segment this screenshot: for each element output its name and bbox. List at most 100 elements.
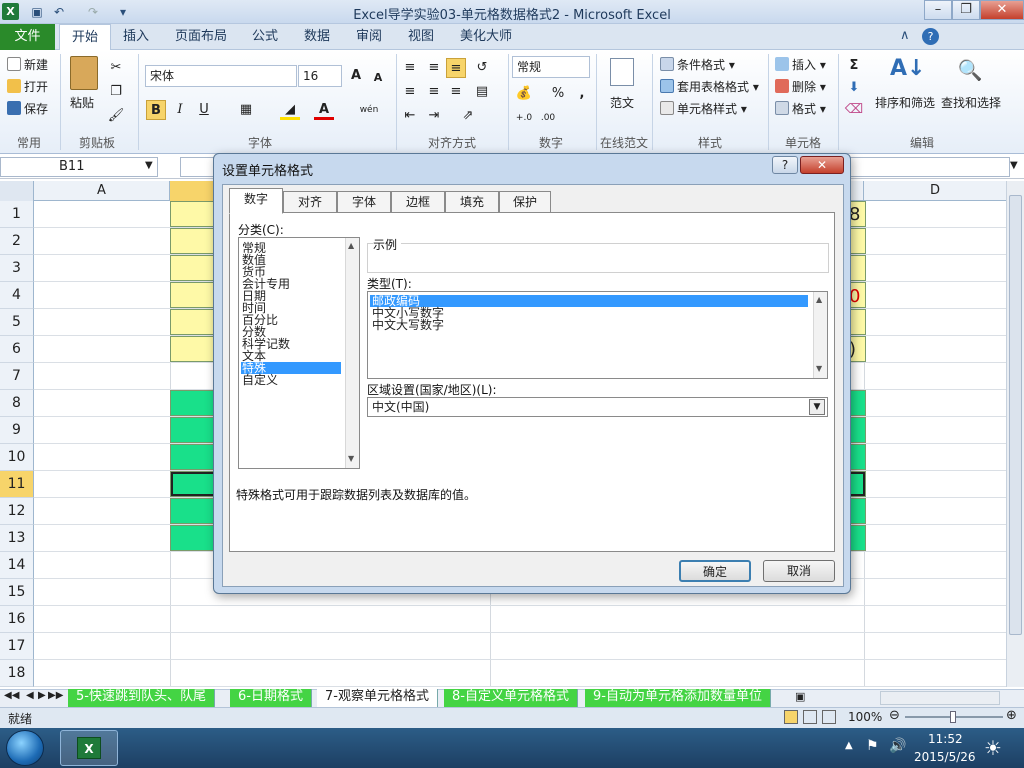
action-center-icon[interactable]: ⚑ [866,738,879,754]
borders-icon[interactable]: ▦ [236,100,256,120]
row-header[interactable]: 15 [0,579,34,606]
restore-button[interactable]: ❐ [952,0,980,20]
type-item[interactable]: 中文大写数字 [370,319,808,331]
align-center-icon[interactable]: ≡ [424,82,444,102]
row-header[interactable]: 12 [0,498,34,525]
close-window-button[interactable]: ✕ [980,0,1024,20]
new-button[interactable]: 新建 [7,56,48,73]
online-template-button[interactable]: 范文 [610,94,634,111]
shrink-font-icon[interactable]: A [368,68,388,88]
scroll-up-icon[interactable]: ▲ [348,241,354,250]
row-header[interactable]: 6 [0,336,34,363]
tab-fill[interactable]: 填充 [445,191,499,213]
sheet-nav-next-icon[interactable]: ▶ [38,690,46,701]
tab-font[interactable]: 字体 [337,191,391,213]
align-middle-icon[interactable]: ≡ [424,58,444,78]
font-name-combo[interactable]: 宋体 [145,65,297,87]
find-select-icon[interactable]: 🔍 [955,58,985,84]
paste-button[interactable]: 粘贴 [70,94,94,111]
align-bottom-icon[interactable]: ≡ [446,58,466,78]
formula-expand-icon[interactable]: ▼ [1010,160,1018,171]
cell-styles-button[interactable]: 单元格样式 ▾ [660,100,747,117]
dialog-help-button[interactable]: ? [772,156,798,174]
cut-icon[interactable]: ✂ [106,58,126,78]
ok-button[interactable]: 确定 [679,560,751,582]
number-format-combo[interactable]: 常规 [512,56,590,78]
tray-expand-icon[interactable]: ▲ [845,740,853,751]
tab-protection[interactable]: 保护 [499,191,551,213]
zoom-out-icon[interactable]: ⊖ [889,708,900,723]
font-color-icon[interactable]: A [314,100,334,120]
delete-cells-button[interactable]: 删除 ▾ [775,78,826,95]
clock-time[interactable]: 11:52 [928,732,963,746]
font-size-combo[interactable]: 16 [298,65,342,87]
row-header[interactable]: 2 [0,228,34,255]
sheet-tab-7[interactable]: 7-观察单元格格式 [317,689,438,707]
wrap-text-icon[interactable]: ↺ [472,58,492,78]
sheet-nav-first-icon[interactable]: ◀◀ [4,690,19,701]
sheet-nav-last-icon[interactable]: ▶▶ [48,690,63,701]
insert-sheet-icon[interactable]: ▣ [795,690,805,703]
tab-data[interactable]: 数据 [297,24,337,50]
find-select-button[interactable]: 查找和选择 [941,94,1001,111]
category-list[interactable]: 常规 数值 货币 会计专用 日期 时间 百分比 分数 科学记数 文本 特殊 自定义 ▲ ▼ [238,237,360,469]
merge-center-icon[interactable]: ▤ [472,82,492,102]
page-break-view-icon[interactable] [822,710,836,724]
normal-view-icon[interactable] [784,710,798,724]
select-all-corner[interactable] [0,181,34,201]
ribbon-minimize-icon[interactable]: ∧ [900,28,910,43]
autosum-icon[interactable]: Σ [844,56,864,76]
zoom-slider-thumb[interactable] [950,711,956,723]
row-header[interactable]: 14 [0,552,34,579]
percent-button[interactable]: % [548,84,568,104]
clear-icon[interactable]: ⌫ [844,100,864,120]
align-top-icon[interactable]: ≡ [400,58,420,78]
file-tab[interactable]: 文件 [0,24,55,50]
column-header-d[interactable]: D [864,181,1006,201]
scroll-thumb[interactable] [1009,195,1022,635]
sheet-tab-6[interactable]: 6-日期格式 [230,689,312,707]
row-header[interactable]: 18 [0,660,34,687]
tab-border[interactable]: 边框 [391,191,445,213]
copy-icon[interactable]: ❐ [106,82,126,102]
minimize-button[interactable]: – [924,0,952,20]
type-scroll-down-icon[interactable]: ▼ [816,364,822,373]
tab-number[interactable]: 数字 [229,188,283,214]
insert-cells-button[interactable]: 插入 ▾ [775,56,826,73]
tab-insert[interactable]: 插入 [116,24,156,50]
row-header[interactable]: 7 [0,363,34,390]
taskbar-excel-app[interactable]: X [60,730,118,766]
volume-icon[interactable]: 🔊 [889,738,906,754]
page-layout-view-icon[interactable] [803,710,817,724]
sort-filter-icon[interactable]: A↓ [890,56,925,86]
locale-select[interactable]: 中文(中国) ▼ [367,397,828,417]
format-as-table-button[interactable]: 套用表格格式 ▾ [660,78,759,95]
name-box[interactable]: B11 [0,157,158,177]
decrease-indent-icon[interactable]: ⇤ [400,106,420,126]
clock-date[interactable]: 2015/5/26 [914,750,976,764]
bold-button[interactable]: B [146,100,166,120]
orientation-icon[interactable]: ⇗ [458,106,478,126]
phonetic-icon[interactable]: wén [356,100,382,120]
type-scroll-up-icon[interactable]: ▲ [816,295,822,304]
category-item[interactable]: 自定义 [241,374,341,386]
category-scrollbar[interactable]: ▲ ▼ [345,238,359,468]
paste-icon[interactable] [70,56,98,90]
dialog-close-button[interactable]: ✕ [800,156,844,174]
grow-font-icon[interactable]: A [346,66,366,86]
row-header[interactable]: 8 [0,390,34,417]
save-ribbon-button[interactable]: 保存 [7,100,48,117]
template-icon[interactable] [610,58,634,86]
row-header[interactable]: 4 [0,282,34,309]
sort-filter-button[interactable]: 排序和筛选 [875,94,935,111]
format-cells-button[interactable]: 格式 ▾ [775,100,826,117]
sheet-tab-9[interactable]: 9-自动为单元格添加数量单位 [585,689,771,707]
row-header[interactable]: 1 [0,201,34,228]
weather-icon[interactable]: ☀ [984,736,1002,760]
tab-review[interactable]: 审阅 [349,24,389,50]
comma-button[interactable]: , [572,84,592,104]
open-button[interactable]: 打开 [7,78,48,95]
conditional-format-button[interactable]: 条件格式 ▾ [660,56,735,73]
sheet-nav-prev-icon[interactable]: ◀ [26,690,34,701]
zoom-in-icon[interactable]: ⊕ [1006,708,1017,723]
